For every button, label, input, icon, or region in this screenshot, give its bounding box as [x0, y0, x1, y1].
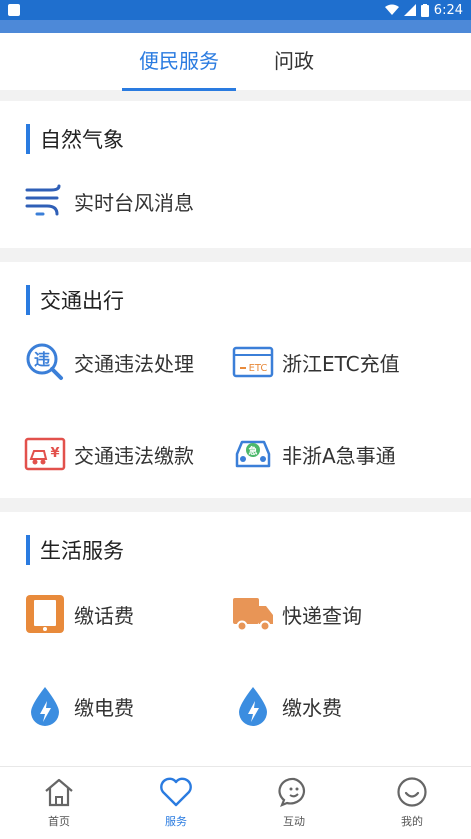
nav-label: 互动 [283, 815, 305, 828]
tab-inquiry[interactable]: 问政 [270, 47, 318, 75]
section-life: 生活服务 缴话费 快递查询 缴电费 缴水费 [0, 512, 471, 766]
smile-icon [372, 775, 452, 809]
section-accent-bar [26, 285, 30, 315]
service-label: 快递查询 [282, 603, 362, 628]
battery-icon [420, 3, 429, 17]
section-title: 生活服务 [26, 534, 124, 566]
service-label: 缴水费 [282, 695, 342, 720]
section-title-text: 生活服务 [40, 539, 124, 563]
delivery-truck-icon [232, 593, 274, 635]
service-label: 浙江ETC充值 [282, 351, 400, 376]
etc-card-icon: ETC [232, 341, 274, 383]
service-electricity-bill[interactable]: 缴电费 [24, 684, 134, 728]
service-label: 缴话费 [74, 603, 134, 628]
svg-text:违: 违 [34, 350, 50, 369]
nav-label: 首页 [48, 815, 70, 828]
nav-interaction[interactable]: 互动 [254, 775, 334, 829]
phone-icon [24, 593, 66, 635]
service-violation-handling[interactable]: 违 交通违法处理 [24, 340, 194, 384]
section-weather: 自然气象 实时台风消息 [0, 101, 471, 248]
nav-mine[interactable]: 我的 [372, 775, 452, 829]
tab-convenience-services[interactable]: 便民服务 [122, 47, 236, 91]
clock: 6:24 [433, 2, 463, 18]
wifi-icon [384, 4, 399, 15]
service-phone-bill[interactable]: 缴话费 [24, 592, 134, 636]
home-icon [19, 775, 99, 809]
electricity-drop-icon [24, 685, 66, 727]
header-band [0, 20, 471, 33]
status-bar: 6:24 [0, 0, 471, 20]
nav-label: 服务 [165, 815, 187, 828]
nav-services[interactable]: 服务 [136, 775, 216, 829]
system-icons: 6:24 [384, 2, 463, 18]
svg-text:¥: ¥ [50, 446, 59, 461]
section-accent-bar [26, 124, 30, 154]
section-accent-bar [26, 535, 30, 565]
notification-icon [8, 4, 20, 16]
service-water-bill[interactable]: 缴水费 [232, 684, 342, 728]
signal-icon [403, 4, 416, 16]
service-label: 交通违法缴款 [74, 443, 194, 468]
section-title: 自然气象 [26, 123, 124, 155]
service-label: 交通违法处理 [74, 351, 194, 376]
service-violation-payment[interactable]: ¥ 交通违法缴款 [24, 432, 194, 476]
section-title-text: 自然气象 [40, 128, 124, 152]
service-non-zhejiang-a[interactable]: 急 非浙A急事通 [232, 432, 396, 476]
violation-search-icon: 违 [24, 341, 66, 383]
etc-icon-text: ETC [249, 363, 268, 374]
typhoon-wind-icon [24, 180, 66, 222]
service-label: 非浙A急事通 [282, 443, 396, 468]
section-title-text: 交通出行 [40, 289, 124, 313]
car-plate-icon: 急 [232, 433, 274, 475]
section-traffic: 交通出行 违 交通违法处理 ETC 浙江ETC充值 ¥ 交通违法缴款 急 非浙A… [0, 262, 471, 498]
chat-icon [254, 775, 334, 809]
nav-label: 我的 [401, 815, 423, 828]
water-drop-icon [232, 685, 274, 727]
service-label: 缴电费 [74, 695, 134, 720]
service-etc-recharge[interactable]: ETC 浙江ETC充值 [232, 340, 400, 384]
nav-home[interactable]: 首页 [19, 775, 99, 829]
bottom-nav: 首页 服务 互动 我的 [0, 766, 471, 839]
car-payment-icon: ¥ [24, 433, 66, 475]
tab-bar: 便民服务 问政 [0, 33, 471, 91]
section-title: 交通出行 [26, 284, 124, 316]
svg-text:急: 急 [248, 445, 257, 457]
service-label: 实时台风消息 [74, 190, 194, 215]
service-express-query[interactable]: 快递查询 [232, 592, 362, 636]
heart-icon [136, 775, 216, 809]
service-typhoon[interactable]: 实时台风消息 [24, 179, 194, 223]
